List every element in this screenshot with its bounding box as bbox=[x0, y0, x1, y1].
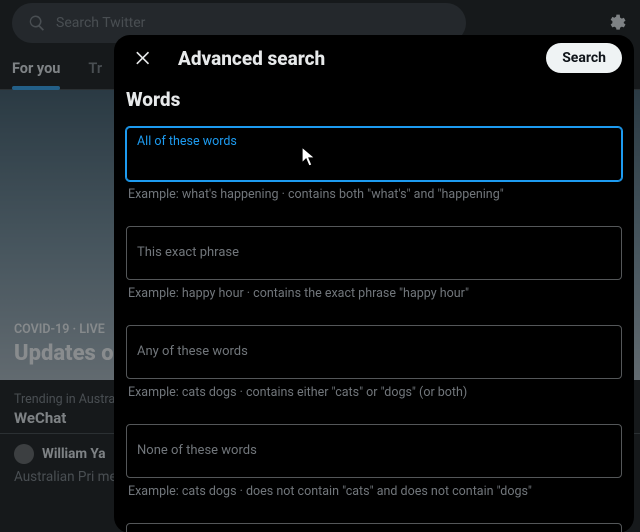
all-of-these-words-input[interactable]: All of these words bbox=[126, 127, 622, 181]
close-button[interactable] bbox=[126, 41, 160, 75]
field-label: This exact phrase bbox=[137, 245, 239, 260]
field-label: Any of these words bbox=[137, 344, 248, 359]
search-button[interactable]: Search bbox=[546, 43, 622, 73]
field-example: Example: cats dogs · contains either "ca… bbox=[128, 385, 620, 400]
none-of-these-words-input[interactable]: None of these words bbox=[126, 424, 622, 478]
field-example: Example: happy hour · contains the exact… bbox=[128, 286, 620, 301]
field-label: All of these words bbox=[137, 134, 237, 149]
field-label: None of these words bbox=[137, 443, 257, 458]
any-of-these-words-input[interactable]: Any of these words bbox=[126, 325, 622, 379]
modal-title: Advanced search bbox=[178, 47, 325, 70]
field-example: Example: cats dogs · does not contain "c… bbox=[128, 484, 620, 499]
close-icon bbox=[133, 48, 153, 68]
advanced-search-modal: Advanced search Search Words All of thes… bbox=[114, 35, 634, 532]
these-hashtags-input[interactable]: These hashtags bbox=[126, 523, 622, 532]
section-heading-words: Words bbox=[126, 88, 622, 111]
field-example: Example: what's happening · contains bot… bbox=[128, 187, 620, 202]
this-exact-phrase-input[interactable]: This exact phrase bbox=[126, 226, 622, 280]
